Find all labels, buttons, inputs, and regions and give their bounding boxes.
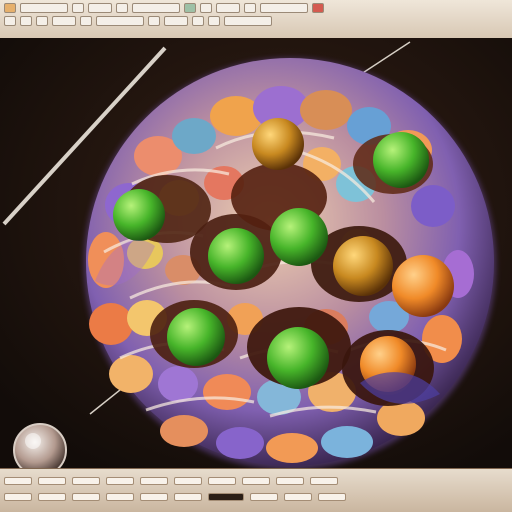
toolbar-button-2[interactable] xyxy=(88,3,112,13)
status-cell xyxy=(208,477,236,485)
close-icon[interactable] xyxy=(312,3,324,13)
cursor-orb-highlight xyxy=(25,433,41,449)
toolbar-button-6[interactable] xyxy=(244,3,256,13)
toolbar-button-10[interactable] xyxy=(164,16,188,26)
green-ball[interactable] xyxy=(270,208,328,266)
toolbar-button-9[interactable] xyxy=(148,16,160,26)
toolbar-field-1[interactable] xyxy=(20,3,68,13)
green-ball[interactable] xyxy=(267,327,329,389)
toolbar-field-4[interactable] xyxy=(96,16,144,26)
file-icon[interactable] xyxy=(4,16,16,26)
app-icon[interactable] xyxy=(4,3,16,13)
green-ball[interactable] xyxy=(373,132,429,188)
settings-icon[interactable] xyxy=(192,16,204,26)
status-row-2 xyxy=(0,493,512,503)
status-cell xyxy=(250,493,278,501)
status-cell xyxy=(140,477,168,485)
toolbar-button-1[interactable] xyxy=(72,3,84,13)
status-cell xyxy=(72,493,100,501)
cursor-orb[interactable] xyxy=(13,423,67,470)
orange-ball[interactable] xyxy=(333,236,393,296)
app-window xyxy=(0,0,512,512)
status-cell xyxy=(106,493,134,501)
orange-ball[interactable] xyxy=(392,255,454,317)
render-icon[interactable] xyxy=(184,3,196,13)
help-icon[interactable] xyxy=(208,16,220,26)
status-row-1 xyxy=(0,477,512,487)
orange-ball[interactable] xyxy=(252,118,304,170)
status-cell xyxy=(72,477,100,485)
scene-viewport[interactable] xyxy=(0,38,512,470)
toolbar-button-8[interactable] xyxy=(80,16,92,26)
status-cell xyxy=(310,477,338,485)
green-ball[interactable] xyxy=(208,228,264,284)
status-cell xyxy=(4,477,32,485)
status-cell xyxy=(284,493,312,501)
status-cell xyxy=(4,493,32,501)
status-cell xyxy=(174,493,202,501)
bottom-status xyxy=(0,468,512,512)
toolbar-button-4[interactable] xyxy=(200,3,212,13)
status-cell xyxy=(208,493,244,501)
green-ball[interactable] xyxy=(113,189,165,241)
toolbar-row-1 xyxy=(0,2,512,14)
status-cell xyxy=(318,493,346,501)
status-cell xyxy=(38,493,66,501)
status-cell xyxy=(106,477,134,485)
toolbar-button-3[interactable] xyxy=(116,3,128,13)
status-cell xyxy=(242,477,270,485)
toolbar-row-2 xyxy=(0,15,512,27)
toolbar-button-7[interactable] xyxy=(52,16,76,26)
status-cell xyxy=(140,493,168,501)
toolbar-field-2[interactable] xyxy=(132,3,180,13)
status-cell xyxy=(276,477,304,485)
green-ball[interactable] xyxy=(167,308,225,366)
toolbar-field-5[interactable] xyxy=(224,16,272,26)
toolbar-field-3[interactable] xyxy=(260,3,308,13)
edit-icon[interactable] xyxy=(20,16,32,26)
toolbar-button-5[interactable] xyxy=(216,3,240,13)
view-icon[interactable] xyxy=(36,16,48,26)
top-toolbar xyxy=(0,0,512,38)
status-cell xyxy=(38,477,66,485)
status-cell xyxy=(174,477,202,485)
